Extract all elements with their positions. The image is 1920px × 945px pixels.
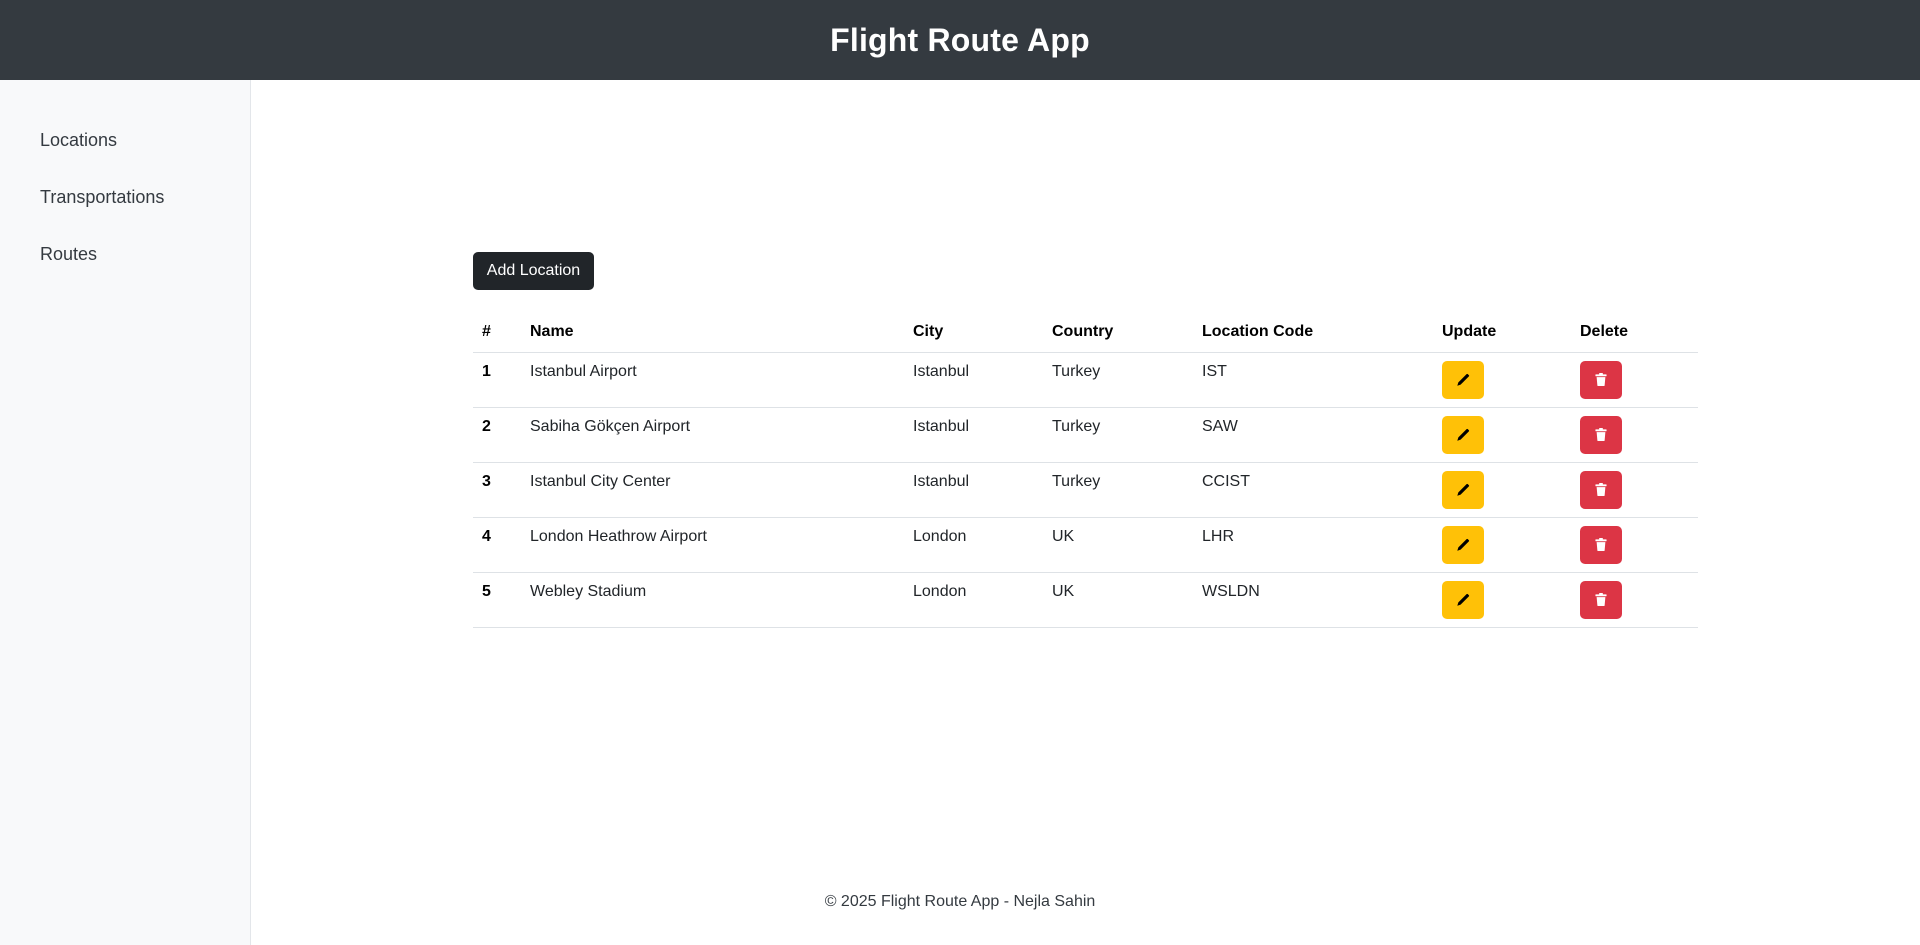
row-index: 4	[473, 517, 521, 573]
pencil-icon	[1456, 428, 1470, 442]
update-button[interactable]	[1442, 470, 1484, 509]
sidebar: Locations Transportations Routes	[0, 80, 251, 945]
update-cell	[1433, 572, 1571, 628]
delete-button[interactable]	[1580, 415, 1622, 454]
location-city: Istanbul	[904, 352, 1043, 408]
row-index: 2	[473, 407, 521, 463]
location-country: Turkey	[1043, 407, 1193, 463]
location-code: IST	[1193, 352, 1433, 408]
location-country: Turkey	[1043, 462, 1193, 518]
update-button[interactable]	[1442, 525, 1484, 564]
trash-icon	[1595, 373, 1607, 386]
update-cell	[1433, 352, 1571, 408]
location-country: UK	[1043, 517, 1193, 573]
location-city: Istanbul	[904, 462, 1043, 518]
location-code: WSLDN	[1193, 572, 1433, 628]
delete-cell	[1571, 462, 1698, 518]
location-city: Istanbul	[904, 407, 1043, 463]
location-code: SAW	[1193, 407, 1433, 463]
table-row: 4 London Heathrow Airport London UK LHR	[473, 517, 1698, 573]
sidebar-item-routes[interactable]: Routes	[0, 240, 250, 297]
update-cell	[1433, 407, 1571, 463]
location-city: London	[904, 572, 1043, 628]
add-location-button[interactable]: Add Location	[473, 252, 594, 290]
update-cell	[1433, 462, 1571, 518]
app-header: Flight Route App	[0, 0, 1920, 80]
app-title: Flight Route App	[830, 21, 1090, 58]
update-button[interactable]	[1442, 415, 1484, 454]
pencil-icon	[1456, 373, 1470, 387]
update-button[interactable]	[1442, 580, 1484, 619]
location-code: LHR	[1193, 517, 1433, 573]
delete-cell	[1571, 407, 1698, 463]
delete-cell	[1571, 352, 1698, 408]
row-index: 5	[473, 572, 521, 628]
location-name: Webley Stadium	[521, 572, 904, 628]
row-index: 3	[473, 462, 521, 518]
column-header-index: #	[473, 312, 521, 353]
trash-icon	[1595, 428, 1607, 441]
table-row: 2 Sabiha Gökçen Airport Istanbul Turkey …	[473, 407, 1698, 463]
location-city: London	[904, 517, 1043, 573]
trash-icon	[1595, 483, 1607, 496]
column-header-city: City	[904, 312, 1043, 353]
table-row: 5 Webley Stadium London UK WSLDN	[473, 572, 1698, 628]
column-header-country: Country	[1043, 312, 1193, 353]
column-header-location-code: Location Code	[1193, 312, 1433, 353]
row-index: 1	[473, 352, 521, 408]
table-header-row: # Name City Country Location Code Update…	[473, 312, 1698, 353]
main-content: Add Location # Name City Country Locatio…	[251, 80, 1920, 945]
column-header-update: Update	[1433, 312, 1571, 353]
delete-button[interactable]	[1580, 360, 1622, 399]
delete-cell	[1571, 572, 1698, 628]
delete-button[interactable]	[1580, 580, 1622, 619]
pencil-icon	[1456, 593, 1470, 607]
location-name: Istanbul Airport	[521, 352, 904, 408]
trash-icon	[1595, 593, 1607, 606]
update-button[interactable]	[1442, 360, 1484, 399]
trash-icon	[1595, 538, 1607, 551]
location-code: CCIST	[1193, 462, 1433, 518]
table-row: 1 Istanbul Airport Istanbul Turkey IST	[473, 352, 1698, 408]
delete-cell	[1571, 517, 1698, 573]
locations-table: # Name City Country Location Code Update…	[473, 312, 1698, 628]
column-header-delete: Delete	[1571, 312, 1698, 353]
pencil-icon	[1456, 483, 1470, 497]
sidebar-item-locations[interactable]: Locations	[0, 126, 250, 183]
sidebar-item-transportations[interactable]: Transportations	[0, 183, 250, 240]
location-name: Sabiha Gökçen Airport	[521, 407, 904, 463]
location-name: London Heathrow Airport	[521, 517, 904, 573]
pencil-icon	[1456, 538, 1470, 552]
column-header-name: Name	[521, 312, 904, 353]
location-country: UK	[1043, 572, 1193, 628]
delete-button[interactable]	[1580, 470, 1622, 509]
delete-button[interactable]	[1580, 525, 1622, 564]
location-name: Istanbul City Center	[521, 462, 904, 518]
footer: © 2025 Flight Route App - Nejla Sahin	[824, 893, 1096, 910]
location-country: Turkey	[1043, 352, 1193, 408]
update-cell	[1433, 517, 1571, 573]
table-row: 3 Istanbul City Center Istanbul Turkey C…	[473, 462, 1698, 518]
